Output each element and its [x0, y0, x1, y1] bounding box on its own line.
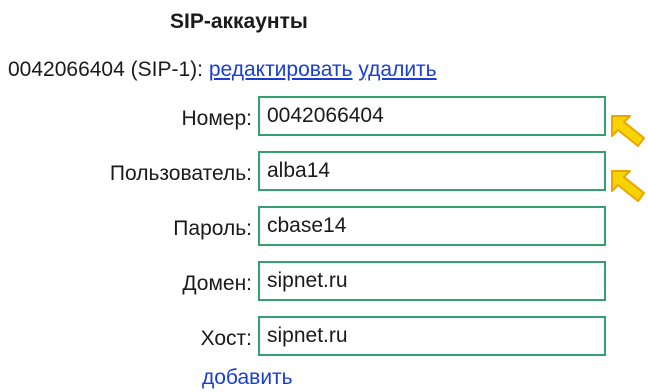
number-input[interactable]	[258, 96, 606, 136]
edit-account-link[interactable]: редактировать	[209, 58, 353, 81]
highlight-arrow-icon	[611, 115, 645, 147]
domain-label: Домен:	[182, 272, 252, 295]
highlight-arrow-icon	[611, 170, 645, 202]
add-account-link[interactable]: добавить	[202, 366, 293, 390]
account-id-label: 0042066404 (SIP-1):	[8, 58, 203, 81]
section-title: SIP-аккаунты	[170, 10, 308, 33]
delete-account-link[interactable]: удалить	[358, 58, 436, 81]
number-label: Номер:	[181, 107, 252, 130]
password-input[interactable]	[258, 206, 606, 246]
domain-input[interactable]	[258, 261, 606, 301]
host-input[interactable]	[258, 316, 606, 356]
password-label: Пароль:	[173, 217, 252, 240]
host-label: Хост:	[200, 327, 252, 350]
user-label: Пользователь:	[109, 162, 252, 185]
account-row: 0042066404 (SIP-1): редактировать удалит…	[8, 58, 437, 82]
user-input[interactable]	[258, 151, 606, 191]
